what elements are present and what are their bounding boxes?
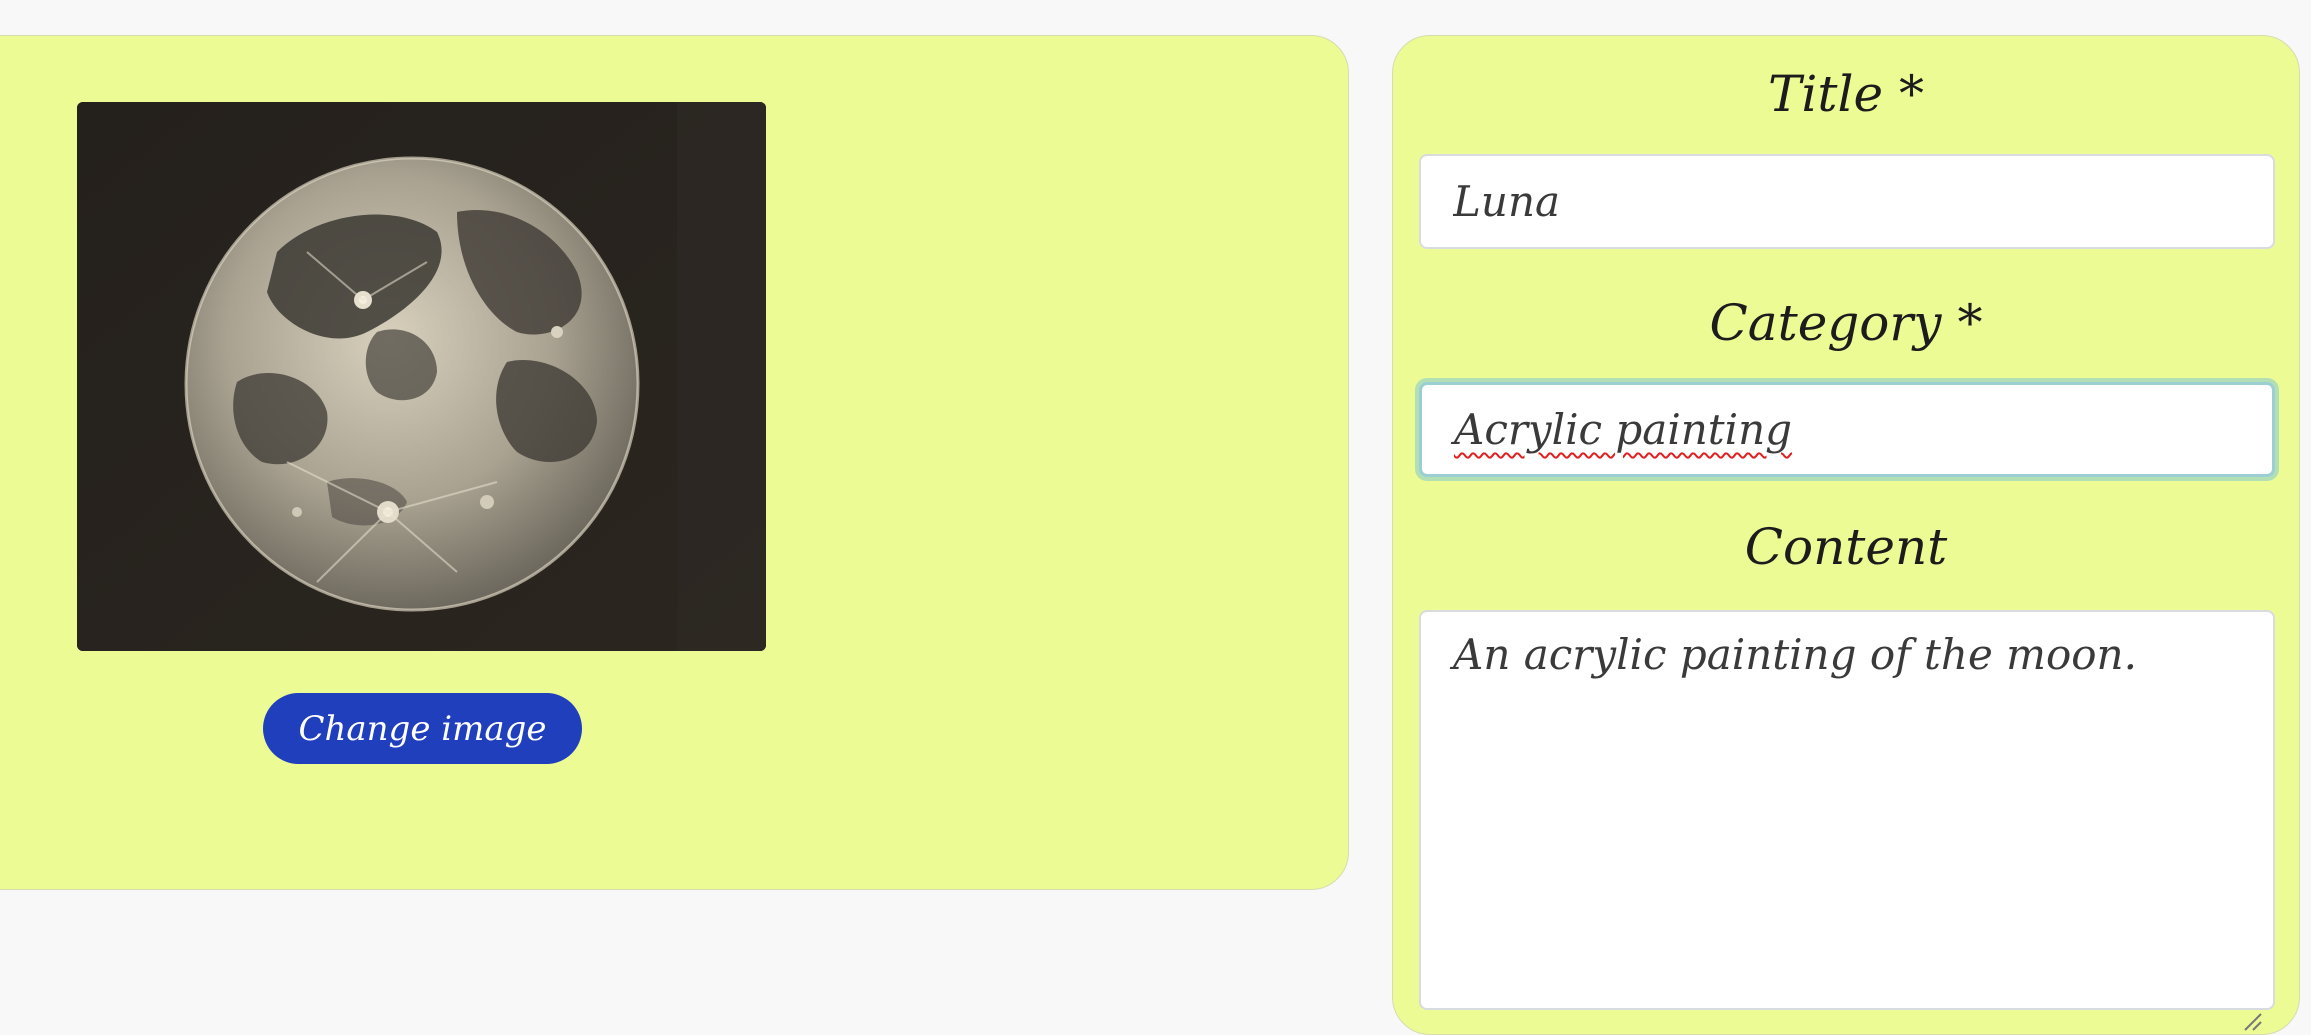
- moon-painting-graphic: [77, 102, 766, 651]
- title-label: Title *: [1768, 65, 1924, 123]
- category-input-value: Acrylic painting: [1454, 405, 1793, 454]
- artwork-image: [77, 102, 766, 651]
- category-label: Category *: [1709, 294, 1983, 352]
- image-card: Change image: [0, 35, 1349, 890]
- change-image-button[interactable]: Change image: [263, 693, 582, 764]
- category-input[interactable]: Acrylic painting: [1419, 382, 2275, 477]
- content-textarea[interactable]: An acrylic painting of the moon.: [1419, 610, 2275, 1010]
- content-label: Content: [1744, 518, 1948, 576]
- resize-handle-icon[interactable]: [2241, 1010, 2263, 1032]
- artwork-form: Title * Category * Acrylic painting Cont…: [1392, 35, 2300, 1035]
- title-input[interactable]: [1419, 154, 2275, 249]
